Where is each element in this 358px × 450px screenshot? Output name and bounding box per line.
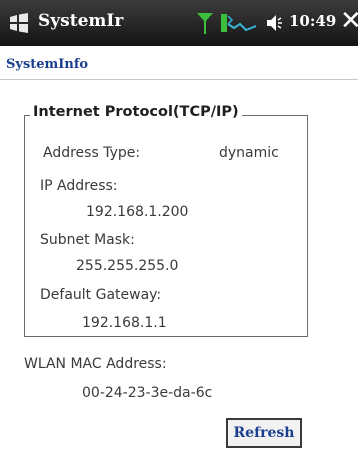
wlan-mac-label: WLAN MAC Address: [24,356,167,372]
volume-icon[interactable] [265,12,283,34]
default-gateway-label: Default Gateway: [40,287,162,303]
subnet-mask-label: Subnet Mask: [40,232,135,248]
window-title: SystemIr [38,11,124,31]
address-type-value: dynamic [219,145,279,161]
tcpip-group-title: Internet Protocol(TCP/IP) [30,104,242,120]
close-icon[interactable]: ✕ [340,6,358,36]
wlan-mac-value: 00-24-23-3e-da-6c [82,385,213,401]
app-title: SystemInfo [6,57,89,72]
network-activity-icon[interactable] [220,12,258,34]
address-type-label: Address Type: [43,145,141,161]
header-divider [0,79,358,80]
signal-strength-icon[interactable] [196,11,214,35]
default-gateway-value: 192.168.1.1 [82,315,167,331]
refresh-button[interactable]: Refresh [226,418,302,448]
title-bar: SystemIr 10:49 ✕ [0,0,358,46]
clock-time[interactable]: 10:49 [289,12,336,30]
windows-logo-icon[interactable] [8,12,30,34]
ip-address-label: IP Address: [40,178,118,194]
ip-address-value: 192.168.1.200 [86,204,189,220]
subnet-mask-value: 255.255.255.0 [76,258,179,274]
